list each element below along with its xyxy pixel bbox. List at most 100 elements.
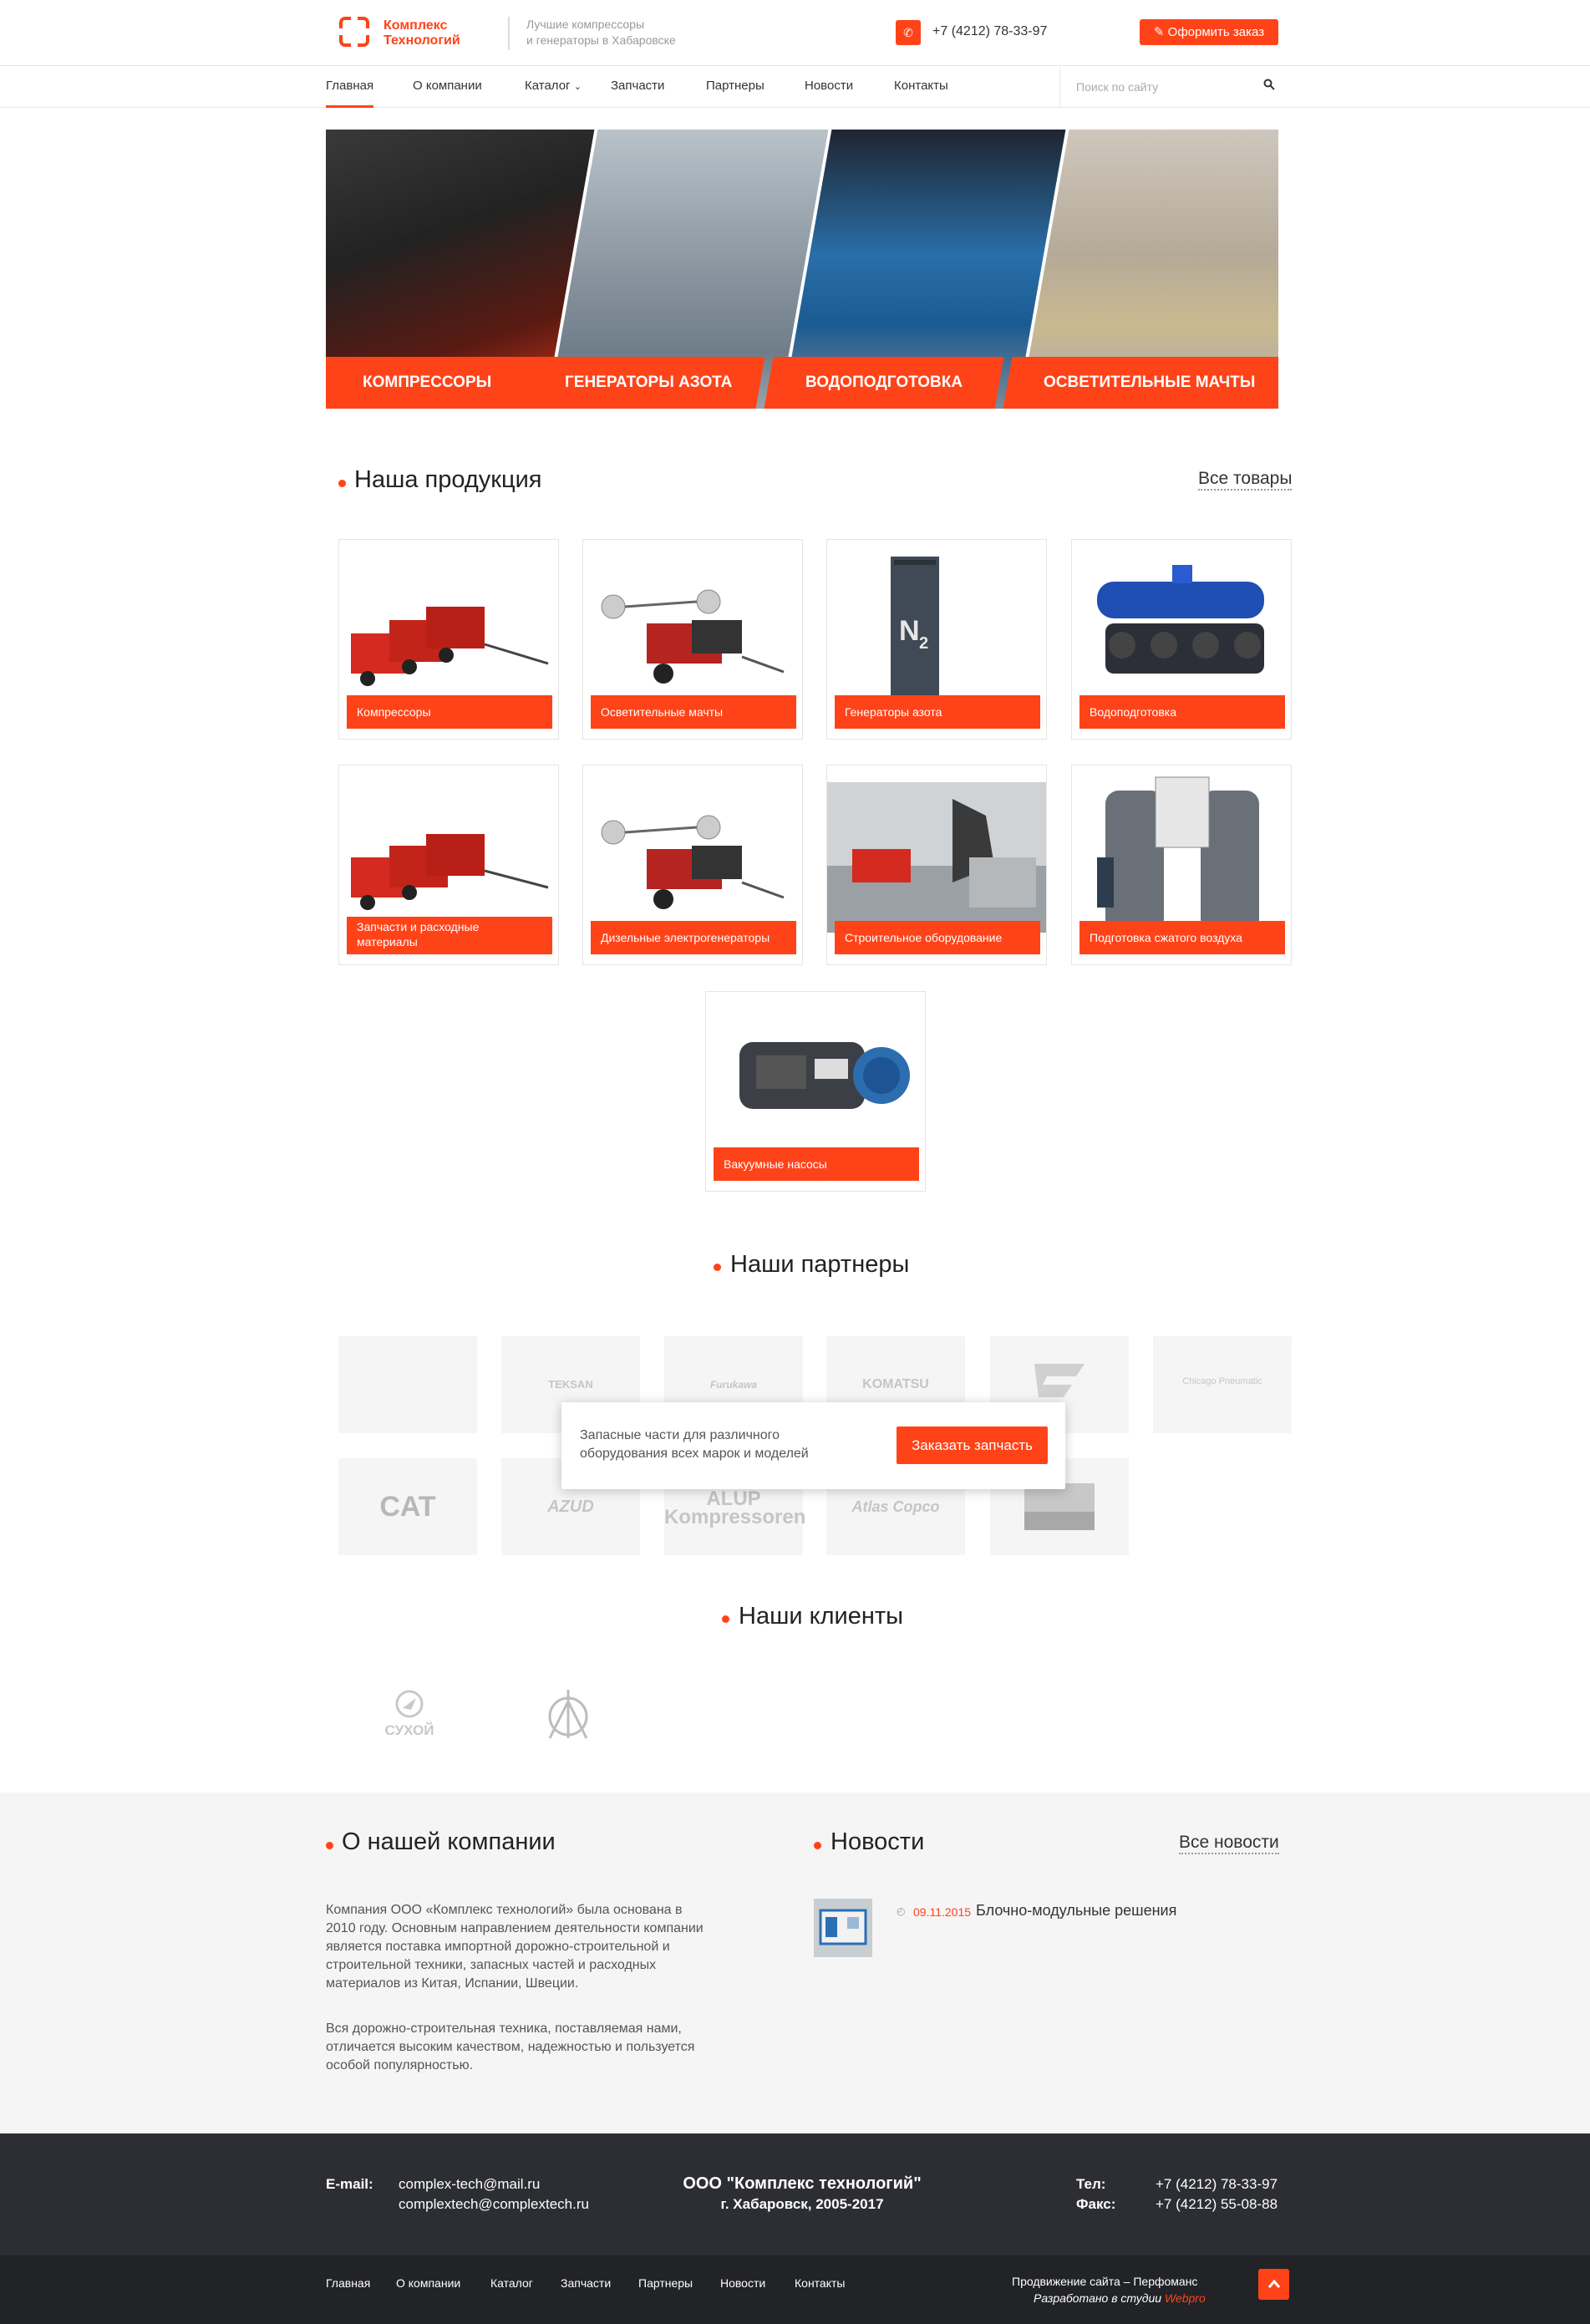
email-link[interactable]: complextech@complextech.ru [399,2196,589,2213]
arrow-up-icon[interactable] [1258,2269,1289,2300]
footer-phone[interactable]: +7 (4212) 78-33-97 [1156,2176,1278,2193]
popup-text: Запасные части для различного оборудован… [580,1428,809,1461]
email-link[interactable]: complex-tech@mail.ru [399,2176,540,2193]
air-treatment-image [1097,776,1259,933]
product-card[interactable]: N2 Генераторы азота [826,539,1047,740]
client-logo[interactable]: СУХОЙ [376,1690,443,1739]
product-card[interactable]: Строительное оборудование [826,765,1047,965]
order-part-button[interactable]: Заказать запчасть [897,1426,1048,1464]
product-card[interactable]: Водоподготовка [1071,539,1292,740]
tel-label: Тел: [1076,2176,1106,2192]
partner-logo[interactable]: CAT [338,1458,477,1555]
info-section [0,1793,1590,2133]
client-logo[interactable] [541,1688,600,1747]
partner-logo[interactable] [338,1336,477,1433]
slogan: Лучшие компрессоры и генераторы в Хабаро… [508,17,709,50]
slogan-line1: Лучшие компрессоры [526,18,645,31]
phone-icon: ✆ [896,20,921,45]
parts-image [351,834,549,910]
nav-item-contacts[interactable]: Контакты [894,79,948,108]
news-title: Новости [831,1828,925,1855]
email-label: E-mail: [326,2176,373,2192]
footer-nav-home[interactable]: Главная [326,2276,370,2290]
order-button[interactable]: ✎ Оформить заказ [1140,19,1278,45]
section-dot [338,480,346,487]
client-name: СУХОЙ [384,1722,434,1738]
footer-company: ООО "Комплекс технологий" [683,2174,922,2193]
nav-item-home[interactable]: Главная [326,79,374,108]
all-products-link[interactable]: Все товары [1198,469,1293,491]
footer-city: г. Хабаровск, 2005-2017 [720,2196,884,2212]
product-card-label: Строительное оборудование [835,921,1040,954]
product-card[interactable]: Дизельные электрогенераторы [582,765,803,965]
clock-icon: ◴ [897,1905,906,1917]
sukhoi-icon [395,1690,424,1718]
footer-bottom [0,2255,1590,2324]
footer [0,2133,1590,2255]
banner-label-nitrogen[interactable]: ГЕНЕРАТОРЫ АЗОТА [531,357,765,409]
about-title: О нашей компании [342,1828,556,1855]
product-card-label: Генераторы азота [835,695,1040,729]
footer-nav-parts[interactable]: Запчасти [561,2276,611,2290]
footer-fax: +7 (4212) 55-08-88 [1156,2196,1278,2212]
water-treatment-image [1097,565,1264,674]
product-card[interactable]: Запчасти и расходные материалы [338,765,559,965]
logo-icon[interactable] [336,13,373,50]
nav-item-news[interactable]: Новости [805,79,853,108]
section-dot [714,1264,721,1271]
search-input[interactable]: Поиск по сайту [1076,80,1158,94]
logo-line1: Комплекс [384,18,448,33]
banner-label-lights[interactable]: ОСВЕТИТЕЛЬНЫЕ МАЧТЫ [1003,357,1278,409]
diesel-generator-image [601,815,785,909]
partners-title: Наши партнеры [730,1251,910,1278]
nav-item-catalog[interactable]: Каталог ⌄ [525,79,582,108]
news-link[interactable]: Блочно-модульные решения [976,1902,1176,1920]
product-card-label: Запчасти и расходные материалы [347,917,552,954]
footer-nav-contacts[interactable]: Контакты [795,2276,845,2290]
product-card-label: Дизельные электрогенераторы [591,921,796,954]
about-paragraph: Компания ООО «Комплекс технологий» была … [326,1903,704,1991]
product-card-label: Водоподготовка [1079,695,1285,729]
compressor-image [351,607,549,686]
developer-link[interactable]: Webpro [1165,2291,1206,2305]
nav-item-about[interactable]: О компании [413,79,482,108]
fax-label: Факс: [1076,2196,1116,2212]
footer-nav-catalog[interactable]: Каталог [490,2276,533,2290]
product-card-label: Компрессоры [347,695,552,729]
vacuum-pump-image [739,1042,910,1109]
clients-title: Наши клиенты [739,1603,903,1630]
product-card-label: Вакуумные насосы [714,1147,919,1181]
section-dot [326,1842,333,1849]
banner-label-water[interactable]: ВОДОПОДГОТОВКА [764,357,1004,409]
nav-item-parts[interactable]: Запчасти [611,79,664,108]
product-card[interactable]: Вакуумные насосы [705,991,926,1192]
header [0,0,1590,66]
footer-nav-partners[interactable]: Партнеры [638,2276,693,2290]
partner-logo[interactable]: Chicago Pneumatic [1153,1336,1292,1433]
svg-text:2: 2 [919,634,928,653]
footer-nav-about[interactable]: О компании [396,2276,460,2290]
page: Комплекс Технологий Лучшие компрессоры и… [0,0,1590,2324]
developer-credit: Разработано в студии Webpro [1034,2291,1206,2305]
footer-nav-news[interactable]: Новости [720,2276,765,2290]
header-phone[interactable]: +7 (4212) 78-33-97 [932,24,1047,39]
banner-label-compressors[interactable]: КОМПРЕССОРЫ [326,357,550,409]
category-banner: КОМПРЕССОРЫ ГЕНЕРАТОРЫ АЗОТА ВОДОПОДГОТО… [326,130,1278,409]
nav-item-catalog-label: Каталог [525,79,571,93]
promo-link[interactable]: Продвижение сайта – Перфоманс [1012,2275,1197,2288]
search-icon[interactable] [1263,79,1275,94]
logo[interactable]: Комплекс Технологий [384,18,492,48]
about-paragraph: Вся дорожно-строительная техника, постав… [326,2021,695,2072]
nav-item-partners[interactable]: Партнеры [706,79,765,108]
partner-photo [1024,1483,1095,1530]
news-thumbnail[interactable] [814,1899,872,1957]
nitrogen-generator-image: N2 [891,557,939,705]
product-card[interactable]: Компрессоры [338,539,559,740]
order-button-label: Оформить заказ [1167,25,1265,39]
all-news-link[interactable]: Все новости [1179,1833,1279,1854]
light-tower-image [601,589,785,684]
product-card[interactable]: Подготовка сжатого воздуха [1071,765,1292,965]
svg-text:N: N [899,615,920,647]
product-card[interactable]: Осветительные мачты [582,539,803,740]
slogan-line2: и генераторы в Хабаровске [526,33,676,47]
